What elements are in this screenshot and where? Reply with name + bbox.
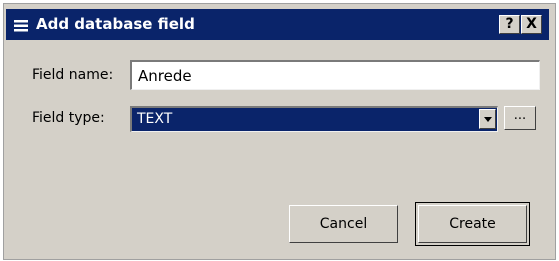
field-name-input[interactable]: Anrede (130, 60, 540, 90)
field-type-label: Field type: (32, 110, 105, 126)
dialog-title: Add database field (36, 15, 195, 33)
chevron-down-icon[interactable] (479, 109, 496, 129)
field-type-selected-value: TEXT (137, 111, 173, 127)
close-button[interactable]: X (521, 15, 542, 34)
field-type-select[interactable]: TEXT (130, 106, 498, 132)
database-stack-icon (13, 18, 29, 32)
field-type-more-button[interactable]: ... (504, 106, 536, 130)
create-button[interactable]: Create (418, 205, 527, 243)
title-bar[interactable]: Add database field ? X (6, 9, 549, 40)
field-name-label: Field name: (32, 67, 114, 83)
help-button[interactable]: ? (499, 15, 520, 34)
cancel-button[interactable]: Cancel (289, 205, 398, 243)
